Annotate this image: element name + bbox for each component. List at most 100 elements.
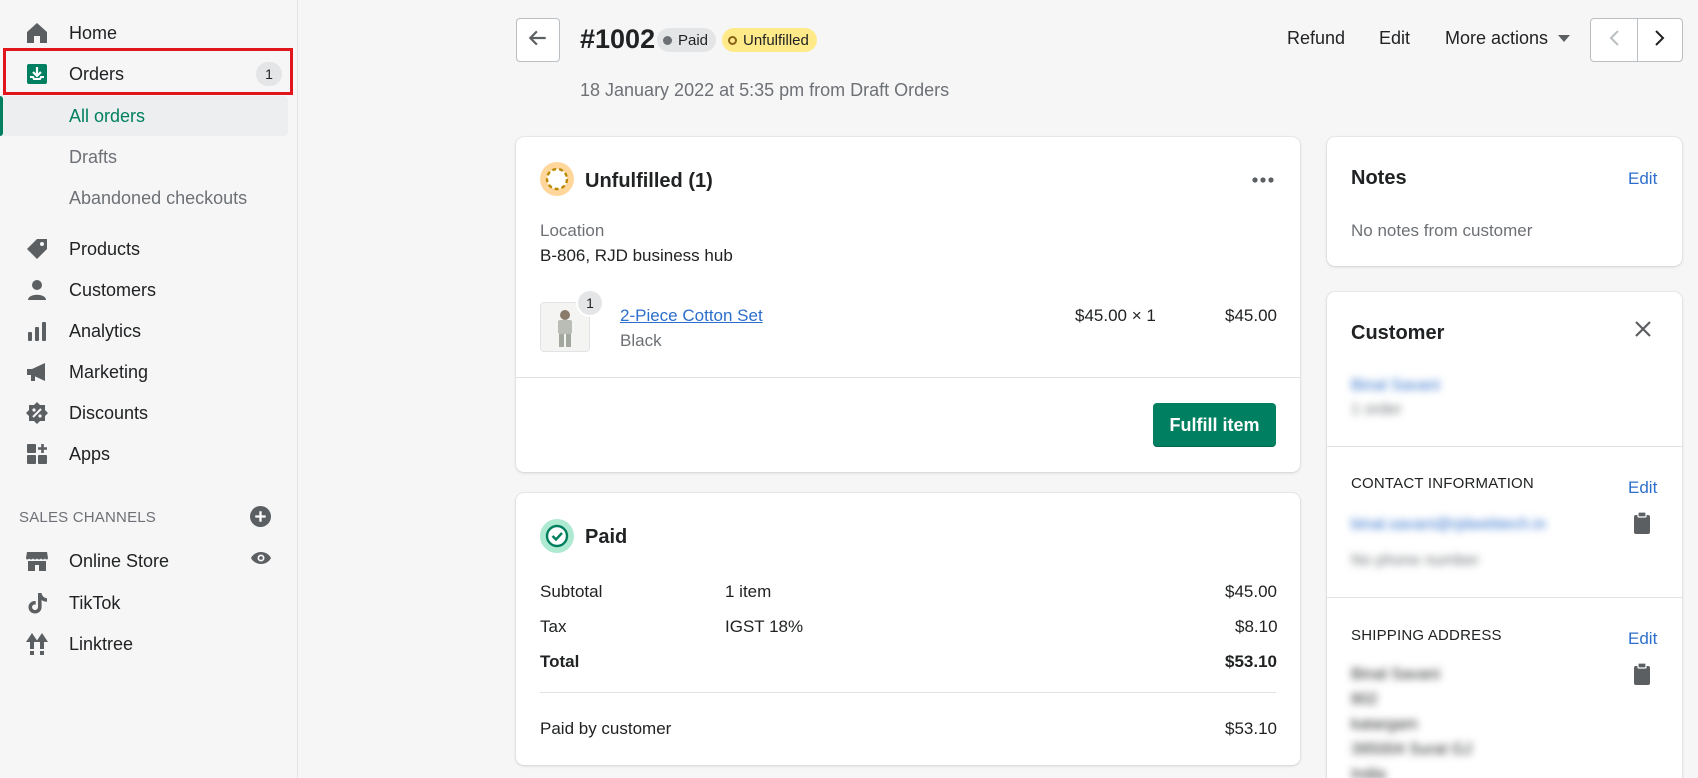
payment-status-badge: Paid <box>657 28 717 52</box>
remove-customer-button[interactable] <box>1631 319 1655 343</box>
plus-circle-icon <box>249 506 271 532</box>
subtotal-label: Subtotal <box>540 582 603 601</box>
sidebar-item-apps[interactable]: Apps <box>0 434 298 474</box>
caret-down-icon <box>1558 34 1571 43</box>
view-online-store-button[interactable] <box>249 549 273 571</box>
address-line: Binal Savani <box>1351 666 1440 683</box>
previous-order-button[interactable] <box>1591 19 1637 61</box>
sales-channels-title: SALES CHANNELS <box>19 509 157 526</box>
tax-amount: $8.10 <box>1235 617 1278 636</box>
copy-email-button[interactable] <box>1633 511 1653 534</box>
fulfill-item-button[interactable]: Fulfill item <box>1153 403 1276 447</box>
home-icon <box>24 20 50 46</box>
store-icon <box>24 548 50 574</box>
sidebar-subitem-all-orders[interactable]: All orders <box>0 96 288 136</box>
sidebar-item-customers[interactable]: Customers <box>0 270 298 310</box>
sidebar-item-orders[interactable]: Orders 1 <box>0 54 298 94</box>
badge-label: Paid <box>678 31 709 49</box>
clipboard-icon <box>1633 662 1651 689</box>
paid-by-amount: $53.10 <box>1225 719 1277 738</box>
tax-label: Tax <box>540 617 567 636</box>
copy-address-button[interactable] <box>1633 662 1653 685</box>
customer-divider <box>1327 446 1682 447</box>
close-icon <box>1634 320 1652 343</box>
unfulfilled-card-title: Unfulfilled (1) <box>585 170 713 192</box>
sidebar: Home Orders 1 All orders Drafts Abandone… <box>0 0 298 778</box>
notes-edit-link[interactable]: Edit <box>1628 169 1657 189</box>
contact-edit-link[interactable]: Edit <box>1628 478 1657 498</box>
sidebar-item-linktree[interactable]: Linktree <box>0 624 298 664</box>
order-pagination <box>1590 18 1683 62</box>
address-line: 802 <box>1351 691 1378 708</box>
sidebar-item-label: Discounts <box>69 402 149 423</box>
apps-icon <box>24 441 50 467</box>
chevron-right-icon <box>1654 29 1666 52</box>
payment-divider <box>540 692 1276 693</box>
orders-icon <box>24 61 50 87</box>
more-horizontal-icon <box>1252 168 1274 188</box>
subtotal-amount: $45.00 <box>1225 582 1277 601</box>
sidebar-item-label: Drafts <box>69 146 118 167</box>
unit-price: $45.00 × 1 <box>1075 306 1156 325</box>
unfulfilled-more-button[interactable] <box>1250 170 1276 186</box>
linktree-icon <box>24 631 50 657</box>
status-dot <box>728 35 737 45</box>
sidebar-subitem-abandoned-checkouts[interactable]: Abandoned checkouts <box>0 178 288 218</box>
refund-button[interactable]: Refund <box>1287 28 1345 49</box>
card-divider <box>516 377 1300 378</box>
add-sales-channel-button[interactable] <box>249 506 271 532</box>
customer-phone: No phone number <box>1351 552 1480 569</box>
clipboard-icon <box>1633 511 1651 538</box>
edit-order-button[interactable]: Edit <box>1379 28 1410 49</box>
sidebar-item-home[interactable]: Home <box>0 13 298 53</box>
sidebar-item-label: Abandoned checkouts <box>69 187 248 208</box>
total-amount: $53.10 <box>1225 652 1277 671</box>
sidebar-item-discounts[interactable]: Discounts <box>0 393 298 433</box>
sidebar-item-label: Linktree <box>69 633 134 654</box>
fulfillment-status-badge: Unfulfilled <box>722 28 817 52</box>
sidebar-item-products[interactable]: Products <box>0 229 298 269</box>
sidebar-item-analytics[interactable]: Analytics <box>0 311 298 351</box>
shipping-edit-link[interactable]: Edit <box>1628 629 1657 649</box>
line-total: $45.00 <box>1225 306 1277 325</box>
back-button[interactable] <box>516 18 560 62</box>
more-actions-label: More actions <box>1445 28 1549 48</box>
shipping-address-title: SHIPPING ADDRESS <box>1351 627 1502 644</box>
quantity-badge: 1 <box>576 289 604 317</box>
address-line: 395004 Surat GJ <box>1351 741 1472 758</box>
contact-info-title: CONTACT INFORMATION <box>1351 475 1534 492</box>
sidebar-item-label: Apps <box>69 443 111 464</box>
order-number: #1002 <box>580 24 656 54</box>
sidebar-item-tiktok[interactable]: TikTok <box>0 583 298 623</box>
sidebar-item-label: Home <box>69 22 118 43</box>
next-order-button[interactable] <box>1636 19 1683 61</box>
person-icon <box>24 277 50 303</box>
subtotal-detail: 1 item <box>725 582 772 601</box>
paid-by-label: Paid by customer <box>540 719 672 738</box>
customer-title: Customer <box>1351 322 1445 344</box>
sidebar-subitem-drafts[interactable]: Drafts <box>0 137 288 177</box>
address-line: India <box>1351 766 1386 778</box>
notes-title: Notes <box>1351 167 1407 189</box>
sidebar-item-label: Orders <box>69 63 125 84</box>
sidebar-item-label: Marketing <box>69 361 149 382</box>
location-label: Location <box>540 221 605 240</box>
notes-card <box>1327 137 1682 266</box>
address-line: katargam <box>1351 716 1418 733</box>
total-label: Total <box>540 652 580 671</box>
paid-status-icon <box>540 519 574 553</box>
paid-card-title: Paid <box>585 526 628 548</box>
orders-count-badge: 1 <box>256 62 282 86</box>
product-link[interactable]: 2-Piece Cotton Set <box>620 306 763 326</box>
customer-name-link[interactable]: Binal Savani <box>1351 377 1440 395</box>
sidebar-item-marketing[interactable]: Marketing <box>0 352 298 392</box>
sidebar-item-label: Customers <box>69 279 157 300</box>
customer-email[interactable]: binal.savani@rjdwebtech.in <box>1351 516 1546 534</box>
badge-label: Unfulfilled <box>743 31 809 49</box>
more-actions-button[interactable]: More actions <box>1445 28 1571 49</box>
tiktok-icon <box>24 590 50 616</box>
status-dot <box>663 35 672 45</box>
tag-icon <box>24 236 50 262</box>
megaphone-icon <box>24 359 50 385</box>
discount-icon <box>24 400 50 426</box>
